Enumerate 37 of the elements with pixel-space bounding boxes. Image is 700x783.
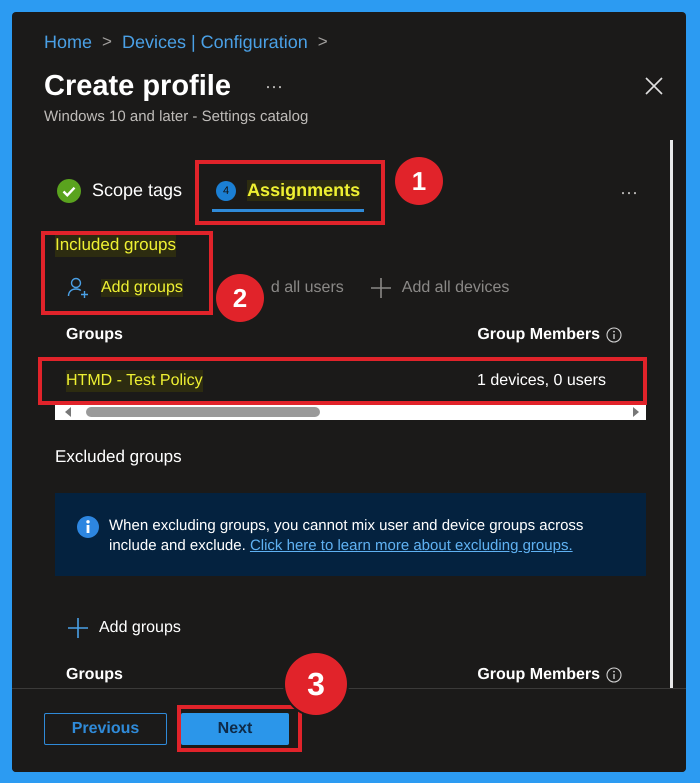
column-header: Groups — [66, 326, 123, 344]
section-title: Excluded groups — [55, 446, 182, 468]
page-title: Create profile — [44, 70, 231, 102]
wizard-tab[interactable]: 4 Assignments — [212, 172, 364, 212]
more-button[interactable]: ··· — [264, 76, 283, 96]
plus-icon — [370, 277, 392, 299]
section-title: Included groups — [55, 233, 176, 257]
add-person-icon — [67, 277, 91, 299]
step-marker: 2 — [216, 274, 264, 322]
breadcrumb-link[interactable]: Home — [44, 32, 92, 52]
add-button[interactable]: Add groups — [65, 275, 185, 301]
close-button[interactable] — [644, 76, 664, 96]
column-header: Group Members — [477, 666, 600, 684]
step-number: 4 — [216, 180, 236, 200]
table-cell: HTMD - Test Policy — [66, 370, 203, 392]
next-button[interactable]: Next — [181, 713, 289, 745]
check-icon — [57, 178, 81, 202]
step-marker: 3 — [285, 653, 347, 715]
column-header: Groups — [66, 666, 123, 684]
info-icon — [77, 516, 99, 538]
page-subtitle: Windows 10 and later - Settings catalog — [44, 107, 310, 127]
add-button[interactable]: Add groups — [65, 615, 183, 641]
column-header: Group Members — [477, 326, 600, 344]
learn-more-link[interactable]: Click here to learn more about excluding groups. — [250, 537, 573, 554]
plus-icon — [67, 617, 89, 639]
breadcrumb-separator: > — [102, 32, 112, 52]
table-cell: 1 devices, 0 users — [477, 372, 606, 390]
previous-button[interactable]: Previous — [44, 713, 167, 745]
close-icon — [644, 76, 664, 96]
info-message: When excluding groups, you cannot mix user and device groups across include and exclude. Click here to learn more about excluding groups. — [109, 516, 584, 556]
info-icon — [606, 667, 622, 683]
step-marker: 1 — [395, 157, 443, 205]
info-icon — [606, 327, 622, 343]
breadcrumb-separator: > — [318, 32, 328, 52]
more-button[interactable]: ··· — [620, 182, 638, 202]
wizard-tab[interactable]: Scope tags — [53, 172, 186, 212]
breadcrumb-link[interactable]: Devices | Configuration — [122, 32, 308, 52]
